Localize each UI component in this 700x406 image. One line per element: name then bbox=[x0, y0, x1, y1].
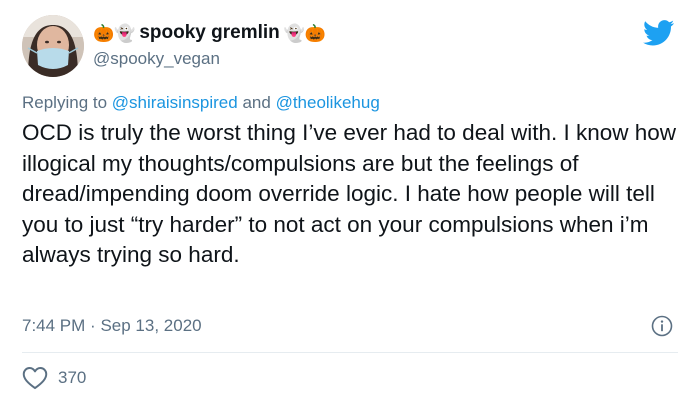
replying-to-line: Replying to @shiraisinspired and @theoli… bbox=[22, 93, 380, 113]
twitter-bird-icon[interactable] bbox=[643, 20, 675, 46]
pumpkin-ghost-emoji: 🎃👻 bbox=[93, 23, 136, 43]
tweet-time: 7:44 PM bbox=[22, 316, 86, 335]
mention-link[interactable]: @shiraisinspired bbox=[112, 93, 238, 112]
ghost-pumpkin-emoji: 👻🎃 bbox=[283, 23, 327, 43]
heart-icon bbox=[22, 367, 48, 390]
author-handle[interactable]: @spooky_vegan bbox=[93, 49, 220, 69]
tweet-date: Sep 13, 2020 bbox=[100, 316, 202, 335]
replying-to-joiner: and bbox=[242, 93, 271, 112]
mention-link[interactable]: @theolikehug bbox=[276, 93, 380, 112]
tweet-timestamp[interactable]: 7:44 PM · Sep 13, 2020 bbox=[22, 316, 202, 336]
avatar-photo bbox=[22, 15, 84, 77]
author-name-row[interactable]: 🎃👻 spooky gremlin 👻🎃 bbox=[93, 22, 326, 44]
info-icon[interactable] bbox=[651, 315, 673, 337]
replying-to-prefix: Replying to bbox=[22, 93, 108, 112]
divider bbox=[22, 352, 678, 353]
tweet-text: OCD is truly the worst thing I’ve ever h… bbox=[22, 120, 677, 267]
like-count: 370 bbox=[58, 368, 87, 387]
like-button[interactable]: 370 bbox=[22, 366, 86, 390]
display-name[interactable]: spooky gremlin bbox=[139, 22, 279, 44]
avatar[interactable] bbox=[22, 15, 84, 77]
meta-separator: · bbox=[90, 316, 96, 335]
